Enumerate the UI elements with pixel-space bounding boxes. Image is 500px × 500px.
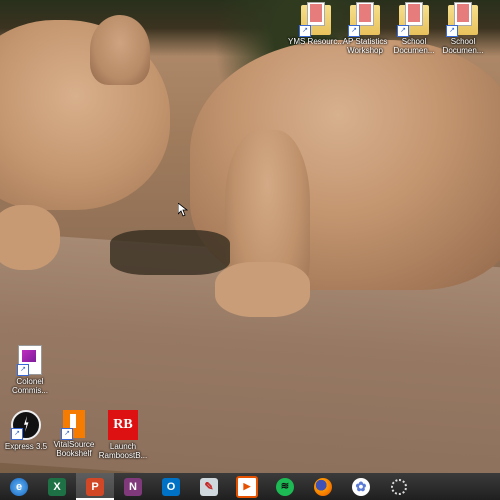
lion-statue-ear: [90, 15, 150, 85]
lion-front-paw: [215, 262, 310, 317]
folder-icon: ↗: [446, 2, 478, 37]
desktop-icon-label: Colonel Commis...: [12, 377, 48, 395]
desktop-icon-rambook[interactable]: RB Launch RamboostB...: [93, 410, 153, 460]
powerpoint-icon: P: [86, 477, 104, 496]
taskbar-firefox[interactable]: [304, 473, 342, 500]
outlook-icon: O: [162, 477, 180, 496]
desktop-icon-school-documents-2[interactable]: ↗ School Documen...: [433, 2, 493, 55]
folder-icon: ↗: [348, 2, 380, 37]
gear-icon: ✿: [352, 477, 370, 496]
internet-explorer-icon: e: [10, 477, 28, 496]
firefox-icon: [314, 477, 332, 496]
express-icon: ↗: [11, 410, 41, 440]
desktop-icon-label: School Documen...: [442, 37, 484, 55]
rb-logo-text: RB: [113, 417, 133, 432]
taskbar: e X P N O ✎ ▶ ≋ ✿: [0, 473, 500, 500]
taskbar-media[interactable]: ▶: [228, 473, 266, 500]
media-player-icon: ▶: [236, 475, 258, 498]
desktop-wallpaper: ↗ YMS Resourc... ↗ AP Statistics Worksho…: [0, 0, 500, 473]
folder-icon: ↗: [299, 2, 331, 37]
mouse-cursor-icon: [178, 203, 188, 217]
lion-left-paw: [0, 205, 60, 270]
desktop-icon-label: Launch RamboostB...: [98, 442, 148, 460]
loading-spinner-icon: [391, 478, 407, 495]
taskbar-excel[interactable]: X: [38, 473, 76, 500]
vitalsource-icon: ↗: [61, 410, 85, 440]
spotify-icon: ≋: [276, 477, 294, 496]
taskbar-paint[interactable]: ✎: [190, 473, 228, 500]
taskbar-spotify[interactable]: ≋: [266, 473, 304, 500]
taskbar-onenote[interactable]: N: [114, 473, 152, 500]
excel-icon: X: [48, 477, 66, 496]
taskbar-ie[interactable]: e: [0, 473, 38, 500]
taskbar-powerpoint[interactable]: P: [76, 473, 114, 500]
rb-logo-icon: RB: [108, 410, 138, 440]
folder-icon: ↗: [397, 2, 429, 37]
paint-icon: ✎: [200, 477, 218, 496]
desktop-icon-colonel[interactable]: ↗ Colonel Commis...: [0, 345, 60, 395]
taskbar-settings[interactable]: ✿: [342, 473, 380, 500]
taskbar-loading[interactable]: [380, 473, 418, 500]
onenote-icon: N: [124, 477, 142, 496]
lion-shadow: [110, 230, 230, 275]
taskbar-outlook[interactable]: O: [152, 473, 190, 500]
document-icon: ↗: [17, 345, 42, 376]
